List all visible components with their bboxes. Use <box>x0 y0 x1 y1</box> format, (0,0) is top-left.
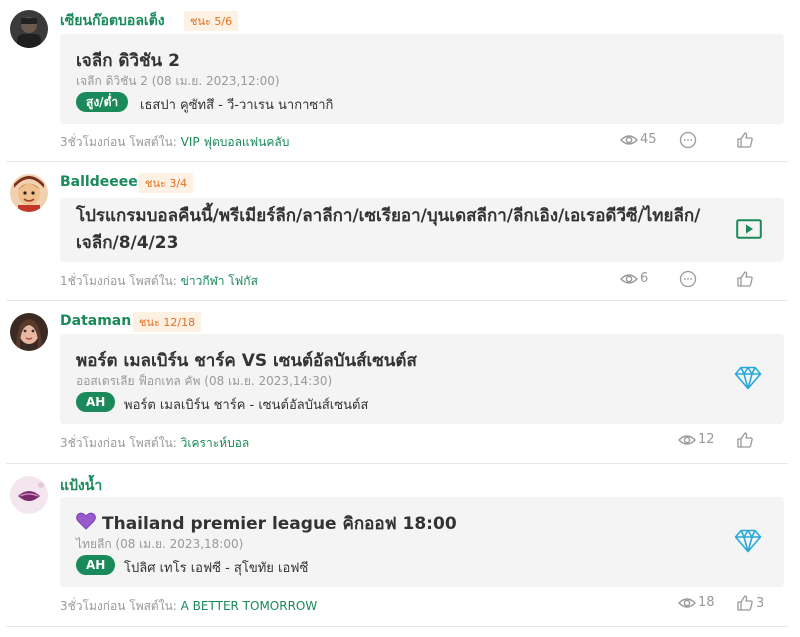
post-title[interactable]: โปรแกรมบอลคืนนี้/พรีเมียร์ลีก/ลาลีกา/เซเ… <box>76 203 716 257</box>
thumbs-up-icon <box>736 594 754 612</box>
post-title[interactable]: Thailand premier league คิกออฟ 18:00 <box>102 510 457 537</box>
post-item: แป้งน้ำ Thailand premier league คิกออฟ 1… <box>6 470 788 630</box>
post-title-row[interactable]: Thailand premier league คิกออฟ 18:00 <box>76 510 457 537</box>
purple-heart-icon <box>76 512 96 535</box>
post-time: 3ชั่วโมงก่อน <box>60 436 126 450</box>
post-title[interactable]: พอร์ต เมลเบิร์น ชาร์ค VS เซนต์อัลบันส์เซ… <box>76 347 417 374</box>
avatar[interactable] <box>10 476 48 514</box>
posted-in-label: โพสต์ใน: <box>129 599 177 613</box>
win-badge: ชนะ 3/4 <box>139 173 194 193</box>
post-time: 3ชั่วโมงก่อน <box>60 135 126 149</box>
eye-icon <box>678 433 696 447</box>
bet-type-tag: สูง/ต่ำ <box>76 92 129 112</box>
diamond-icon <box>734 529 762 557</box>
win-badge: ชนะ 5/6 <box>184 11 239 31</box>
post-item: Balldeeee ชนะ 3/4 โปรแกรมบอลคืนนี้/พรีเม… <box>6 168 788 298</box>
like-button[interactable]: 3 <box>736 594 764 612</box>
bet-type-tag: AH <box>76 555 116 575</box>
posted-in-link[interactable]: ข่าวกีฬา โฟกัส <box>181 274 258 288</box>
eye-icon <box>678 596 696 610</box>
like-button[interactable] <box>736 131 756 149</box>
bet-type-tag: AH <box>76 392 116 412</box>
like-button[interactable] <box>736 270 756 288</box>
comment-button[interactable] <box>679 131 697 149</box>
posted-in-label: โพสต์ใน: <box>129 436 177 450</box>
divider <box>6 161 788 162</box>
avatar[interactable] <box>10 174 48 212</box>
posted-in-label: โพสต์ใน: <box>129 274 177 288</box>
username[interactable]: Balldeeee <box>60 174 138 190</box>
post-time: 3ชั่วโมงก่อน <box>60 599 126 613</box>
view-count: 6 <box>620 271 648 286</box>
comment-button[interactable] <box>679 270 697 288</box>
like-button[interactable] <box>736 431 756 449</box>
win-badge: ชนะ 12/18 <box>133 312 202 332</box>
match-info: ออสเตรเลีย ฟ็อกเทล คัพ (08 เม.ย. 2023,14… <box>76 374 333 388</box>
view-count: 18 <box>678 595 715 610</box>
username[interactable]: เซียนก๊อตบอลเต็ง <box>60 10 165 32</box>
post-card[interactable]: Thailand premier league คิกออฟ 18:00 ไทย… <box>60 497 784 587</box>
match-teams: พอร์ต เมลเบิร์น ชาร์ค - เซนต์อัลบันส์เซน… <box>124 398 369 413</box>
post-meta: 3ชั่วโมงก่อน โพสต์ใน: VIP ฟุตบอลแฟนคลับ <box>60 133 289 152</box>
post-item: เซียนก๊อตบอลเต็ง ชนะ 5/6 เจลีก ดิวิชัน 2… <box>6 4 788 160</box>
match-info: ไทยลีก (08 เม.ย. 2023,18:00) <box>76 537 244 551</box>
post-time: 1ชั่วโมงก่อน <box>60 274 126 288</box>
post-meta: 1ชั่วโมงก่อน โพสต์ใน: ข่าวกีฬา โฟกัส <box>60 272 258 291</box>
post-card[interactable]: โปรแกรมบอลคืนนี้/พรีเมียร์ลีก/ลาลีกา/เซเ… <box>60 198 784 262</box>
posted-in-link[interactable]: วิเคราะห์บอล <box>181 436 250 450</box>
post-feed: เซียนก๊อตบอลเต็ง ชนะ 5/6 เจลีก ดิวิชัน 2… <box>0 0 800 637</box>
comment-icon <box>679 131 697 149</box>
divider <box>6 626 788 627</box>
thumbs-up-icon <box>736 270 754 288</box>
posted-in-link[interactable]: A BETTER TOMORROW <box>181 599 318 613</box>
avatar[interactable] <box>10 10 48 48</box>
post-card[interactable]: เจลีก ดิวิชัน 2 เจลีก ดิวิชัน 2 (08 เม.ย… <box>60 34 784 124</box>
posted-in-label: โพสต์ใน: <box>129 135 177 149</box>
post-meta: 3ชั่วโมงก่อน โพสต์ใน: วิเคราะห์บอล <box>60 434 249 453</box>
post-item: Dataman ชนะ 12/18 พอร์ต เมลเบิร์น ชาร์ค … <box>6 307 788 462</box>
match-teams: เธสปา คูซัทสึ - วี-วาเรน นากาซากิ <box>140 98 334 113</box>
video-play-icon[interactable] <box>736 219 762 243</box>
thumbs-up-icon <box>736 431 754 449</box>
match-info: เจลีก ดิวิชัน 2 (08 เม.ย. 2023,12:00) <box>76 74 280 88</box>
eye-icon <box>620 133 638 147</box>
diamond-icon <box>734 366 762 394</box>
eye-icon <box>620 272 638 286</box>
view-count: 12 <box>678 432 715 447</box>
like-count: 3 <box>756 595 765 611</box>
divider <box>6 463 788 464</box>
post-meta: 3ชั่วโมงก่อน โพสต์ใน: A BETTER TOMORROW <box>60 597 317 616</box>
thumbs-up-icon <box>736 131 754 149</box>
view-count: 45 <box>620 132 657 147</box>
post-title[interactable]: เจลีก ดิวิชัน 2 <box>76 47 180 74</box>
username[interactable]: Dataman <box>60 313 131 329</box>
comment-icon <box>679 270 697 288</box>
match-teams: โปลิศ เทโร เอฟซี - สุโขทัย เอฟซี <box>124 561 309 576</box>
avatar[interactable] <box>10 313 48 351</box>
username[interactable]: แป้งน้ำ <box>60 475 102 497</box>
post-card[interactable]: พอร์ต เมลเบิร์น ชาร์ค VS เซนต์อัลบันส์เซ… <box>60 334 784 424</box>
divider <box>6 300 788 301</box>
posted-in-link[interactable]: VIP ฟุตบอลแฟนคลับ <box>181 135 290 149</box>
